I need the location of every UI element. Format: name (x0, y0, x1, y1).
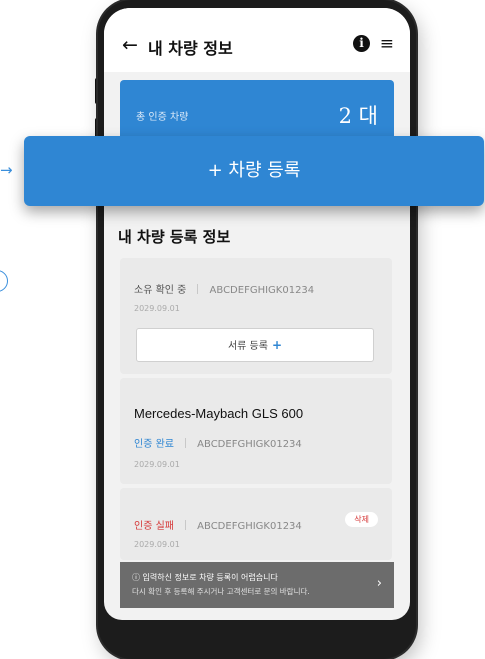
card-status-row: 소유 확인 중 ABCDEFGHIGK01234 (134, 278, 314, 297)
app-bar: ← 내 차량 정보 i ≡ (104, 8, 410, 72)
side-circle-icon (0, 270, 8, 292)
side-arrow-icon: → (0, 161, 13, 179)
phone-screen: ← 내 차량 정보 i ≡ 총 인증 차량 2 대 내 차량 등록 정보 소유 … (104, 8, 410, 620)
vehicle-model: Mercedes-Maybach GLS 600 (134, 406, 304, 421)
vehicle-code: ABCDEFGHIGK01234 (197, 439, 302, 450)
page-title: 내 차량 정보 (148, 39, 233, 58)
status-label: 소유 확인 중 (134, 285, 187, 296)
divider (185, 519, 187, 530)
status-label: 인증 실패 (134, 521, 174, 532)
add-vehicle-button[interactable]: + 차량 등록 (24, 136, 484, 206)
plus-icon: + (271, 338, 283, 352)
card-date: 2029.09.01 (134, 304, 180, 313)
summary-value: 2 대 (338, 104, 378, 128)
document-register-label: 서류 등록 (227, 341, 268, 352)
vehicle-code: ABCDEFGHIGK01234 (209, 285, 315, 296)
info-icon[interactable]: i (353, 35, 370, 52)
status-label: 인증 완료 (134, 439, 174, 450)
divider (185, 437, 187, 448)
error-help-text: 다시 확인 후 등록해 주시거나 고객센터로 문의 바랍니다. (132, 587, 310, 596)
vehicle-card: 인증 실패 ABCDEFGHIGK01234 2029.09.01 삭제 (120, 488, 392, 560)
card-date: 2029.09.01 (134, 460, 180, 469)
vehicle-card: 소유 확인 중 ABCDEFGHIGK01234 2029.09.01 서류 등… (120, 258, 392, 374)
error-message: ⓘ 입력하신 정보로 차량 등록이 어렵습니다 (132, 573, 278, 582)
card-date: 2029.09.01 (134, 540, 180, 549)
divider (197, 283, 199, 294)
summary-label: 총 인증 차량 (136, 112, 189, 123)
section-title: 내 차량 등록 정보 (118, 228, 231, 246)
card-status-row: 인증 완료 ABCDEFGHIGK01234 (134, 432, 302, 451)
vehicle-code: ABCDEFGHIGK01234 (197, 521, 302, 532)
error-banner[interactable]: ⓘ 입력하신 정보로 차량 등록이 어렵습니다 다시 확인 후 등록해 주시거나… (120, 562, 394, 608)
vehicle-card[interactable]: Mercedes-Maybach GLS 600 인증 완료 ABCDEFGHI… (120, 378, 392, 484)
chevron-right-icon: › (376, 576, 382, 591)
document-register-button[interactable]: 서류 등록 + (136, 328, 374, 362)
back-arrow-icon[interactable]: ← (122, 34, 138, 56)
delete-button[interactable]: 삭제 (345, 512, 378, 527)
card-status-row: 인증 실패 ABCDEFGHIGK01234 (134, 514, 302, 533)
hamburger-menu-icon[interactable]: ≡ (380, 34, 394, 54)
